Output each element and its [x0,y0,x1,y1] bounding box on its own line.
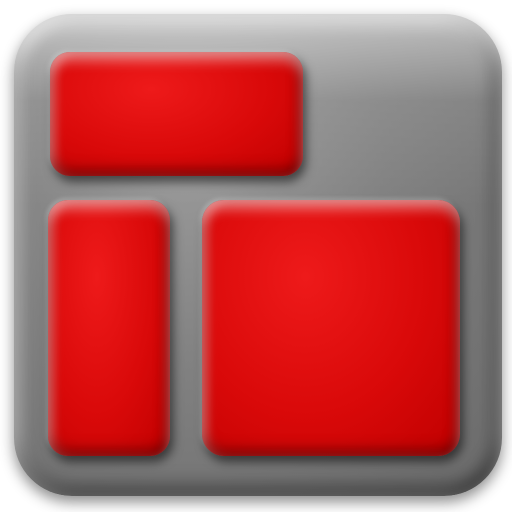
content-block-tile [202,200,460,456]
header-block-tile [50,52,303,176]
icon-canvas [0,0,512,512]
sidebar-block-tile [48,200,170,456]
